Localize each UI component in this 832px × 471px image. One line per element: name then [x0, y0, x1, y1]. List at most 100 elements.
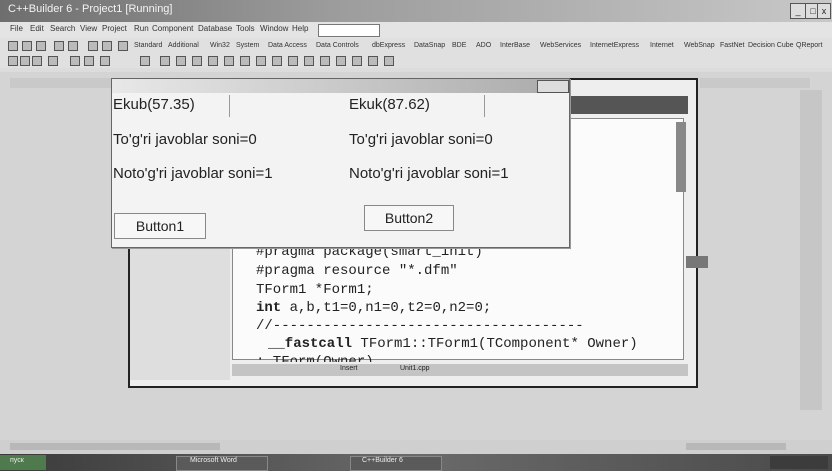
add-file-icon[interactable]: [88, 41, 98, 51]
object-inspector: [700, 78, 810, 88]
tab-qreport[interactable]: QReport: [796, 42, 822, 49]
menu-file[interactable]: File: [10, 24, 23, 33]
desktop-select[interactable]: [318, 24, 380, 37]
system-tray: [770, 456, 828, 469]
ide-status-bar: [0, 440, 832, 454]
edit-icon[interactable]: [208, 56, 218, 66]
code-keyword: int: [256, 300, 282, 316]
code-line: #pragma resource "*.dfm": [256, 263, 458, 279]
mainmenu-icon[interactable]: [160, 56, 170, 66]
tab-win32[interactable]: Win32: [210, 42, 230, 49]
status-text: [10, 443, 220, 450]
menu-edit[interactable]: Edit: [30, 24, 44, 33]
ekub-label: Ekub(57.35): [113, 96, 195, 113]
tab-data-controls[interactable]: Data Controls: [316, 42, 359, 49]
view-unit-icon[interactable]: [20, 56, 30, 66]
code-line: TForm1 *Form1;: [256, 282, 374, 298]
code-text: TForm1::TForm1(TComponent* Owner): [352, 336, 638, 352]
taskbar-item-word-label: Microsoft Word: [190, 457, 237, 464]
pause-icon[interactable]: [84, 56, 94, 66]
groupbox-icon[interactable]: [336, 56, 346, 66]
minimize-icon[interactable]: _: [790, 3, 806, 19]
tab-system[interactable]: System: [236, 42, 259, 49]
tab-websnap[interactable]: WebSnap: [684, 42, 715, 49]
memo-icon[interactable]: [224, 56, 234, 66]
toolbar: Standard Additional Win32 System Data Ac…: [0, 38, 832, 54]
tab-ado[interactable]: ADO: [476, 42, 491, 49]
menu-help[interactable]: Help: [292, 24, 308, 33]
menu-tools[interactable]: Tools: [236, 24, 255, 33]
tab-fastnet[interactable]: FastNet: [720, 42, 745, 49]
tab-internet[interactable]: Internet: [650, 42, 674, 49]
form1-window: Ekub(57.35) Ekuk(87.62) To'g'ri javoblar…: [111, 78, 570, 248]
tab-datasnap[interactable]: DataSnap: [414, 42, 445, 49]
popupmenu-icon[interactable]: [176, 56, 186, 66]
run-icon[interactable]: [70, 56, 80, 66]
separator: [484, 95, 485, 117]
label-icon[interactable]: [192, 56, 202, 66]
ekuk-label: Ekuk(87.62): [349, 96, 430, 113]
code-line: //-------------------------------------: [256, 318, 584, 334]
menu-window[interactable]: Window: [260, 24, 288, 33]
tab-additional[interactable]: Additional: [168, 42, 199, 49]
object-treeview: [10, 78, 120, 88]
code-text: a,b,t1=0,n1=0,t2=0,n2=0;: [281, 300, 492, 316]
tab-webservices[interactable]: WebServices: [540, 42, 581, 49]
new-form-icon[interactable]: [48, 56, 58, 66]
editor-file-tab[interactable]: Unit1.cpp: [400, 365, 430, 372]
panel-icon[interactable]: [368, 56, 378, 66]
wrong-count-label-2: Noto'g'ri javoblar soni=1: [349, 165, 509, 182]
tab-interbase[interactable]: InterBase: [500, 42, 530, 49]
save-all-icon[interactable]: [54, 41, 64, 51]
correct-count-label-1: To'g'ri javoblar soni=0: [113, 131, 257, 148]
wrong-count-label-1: Noto'g'ri javoblar soni=1: [113, 165, 273, 182]
button-icon[interactable]: [240, 56, 250, 66]
scrollbar-icon[interactable]: [320, 56, 330, 66]
taskbar-item-builder-label: C++Builder 6: [362, 457, 403, 464]
editor-scrollbar[interactable]: [676, 122, 686, 192]
form1-window-buttons[interactable]: [537, 80, 569, 93]
remove-file-icon[interactable]: [102, 41, 112, 51]
checkbox-icon[interactable]: [256, 56, 266, 66]
window-title: C++Builder 6 - Project1 [Running]: [8, 3, 173, 15]
button2[interactable]: Button2: [364, 205, 454, 231]
actionlist-icon[interactable]: [384, 56, 394, 66]
new-icon[interactable]: [8, 41, 18, 51]
button1[interactable]: Button1: [114, 213, 206, 239]
code-keyword: __fastcall: [268, 336, 353, 352]
code-line: int a,b,t1=0,n1=0,t2=0,n2=0;: [256, 300, 491, 316]
editor-insert-mode: Insert: [340, 365, 358, 372]
tab-internetexpress[interactable]: InternetExpress: [590, 42, 639, 49]
close-icon[interactable]: x: [817, 3, 831, 19]
code-line: : TForm(Owner): [256, 354, 374, 362]
help-icon[interactable]: [118, 41, 128, 51]
view-form-icon[interactable]: [32, 56, 42, 66]
menu-run[interactable]: Run: [134, 24, 149, 33]
toggle-form-icon[interactable]: [8, 56, 18, 66]
editor-dock-badge: [686, 256, 708, 268]
right-dock: [800, 90, 822, 410]
editor-status-bar: Insert Unit1.cpp: [232, 364, 688, 376]
menu-project[interactable]: Project: [102, 24, 127, 33]
pointer-icon[interactable]: [140, 56, 150, 66]
tab-dbexpress[interactable]: dbExpress: [372, 42, 405, 49]
step-icon[interactable]: [100, 56, 110, 66]
tab-standard[interactable]: Standard: [134, 42, 162, 49]
tab-decision-cube[interactable]: Decision Cube: [748, 42, 794, 49]
radiogroup-icon[interactable]: [352, 56, 362, 66]
open-icon[interactable]: [22, 41, 32, 51]
start-label: пуск: [10, 457, 24, 464]
menu-search[interactable]: Search: [50, 24, 75, 33]
save-icon[interactable]: [36, 41, 46, 51]
menu-database[interactable]: Database: [198, 24, 232, 33]
menu-view[interactable]: View: [80, 24, 97, 33]
tab-data-access[interactable]: Data Access: [268, 42, 307, 49]
combobox-icon[interactable]: [304, 56, 314, 66]
code-line: __fastcall TForm1::TForm1(TComponent* Ow…: [268, 336, 638, 352]
title-bar: C++Builder 6 - Project1 [Running] _ □ x: [0, 0, 832, 22]
radiobutton-icon[interactable]: [272, 56, 282, 66]
open-project-icon[interactable]: [68, 41, 78, 51]
listbox-icon[interactable]: [288, 56, 298, 66]
menu-component[interactable]: Component: [152, 24, 193, 33]
tab-bde[interactable]: BDE: [452, 42, 466, 49]
